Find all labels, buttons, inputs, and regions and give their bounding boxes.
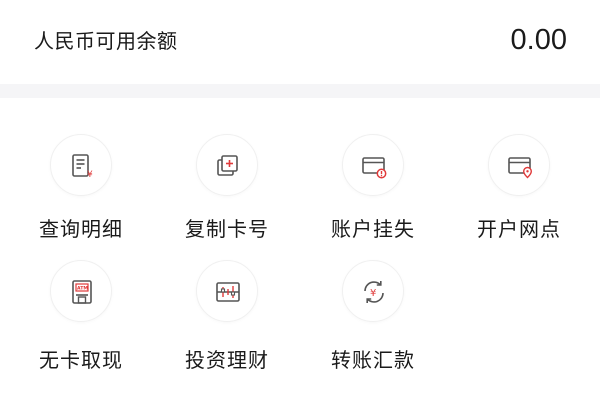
balance-value: 0.00 <box>510 24 567 56</box>
investment-chart-icon <box>196 260 258 322</box>
svg-text:¥: ¥ <box>370 288 376 299</box>
action-transfer[interactable]: ¥ 转账汇款 <box>300 98 446 372</box>
svg-text:ATM: ATM <box>77 286 88 292</box>
section-divider <box>0 84 600 98</box>
atm-icon: ATM <box>50 260 112 322</box>
action-branch-locator[interactable]: 开户网点 <box>446 98 592 241</box>
action-label: 开户网点 <box>477 217 561 241</box>
action-grid: ¥ 查询明细 复制卡号 账户挂失 开户网点 ATM 无卡取现 投资理财 ¥ 转账… <box>0 98 600 400</box>
action-investment[interactable]: 投资理财 <box>154 98 300 372</box>
balance-row: 人民币可用余额 0.00 <box>0 0 600 84</box>
action-label: 无卡取现 <box>39 348 123 372</box>
card-location-icon <box>488 134 550 196</box>
action-label: 转账汇款 <box>331 348 415 372</box>
transfer-yuan-icon: ¥ <box>342 260 404 322</box>
balance-label: 人民币可用余额 <box>34 29 178 53</box>
action-label: 投资理财 <box>185 348 269 372</box>
action-cardless-withdrawal[interactable]: ATM 无卡取现 <box>8 98 154 372</box>
card-detail-page: 人民币可用余额 0.00 ¥ 查询明细 复制卡号 账户挂失 开户网点 ATM 无… <box>0 0 600 400</box>
